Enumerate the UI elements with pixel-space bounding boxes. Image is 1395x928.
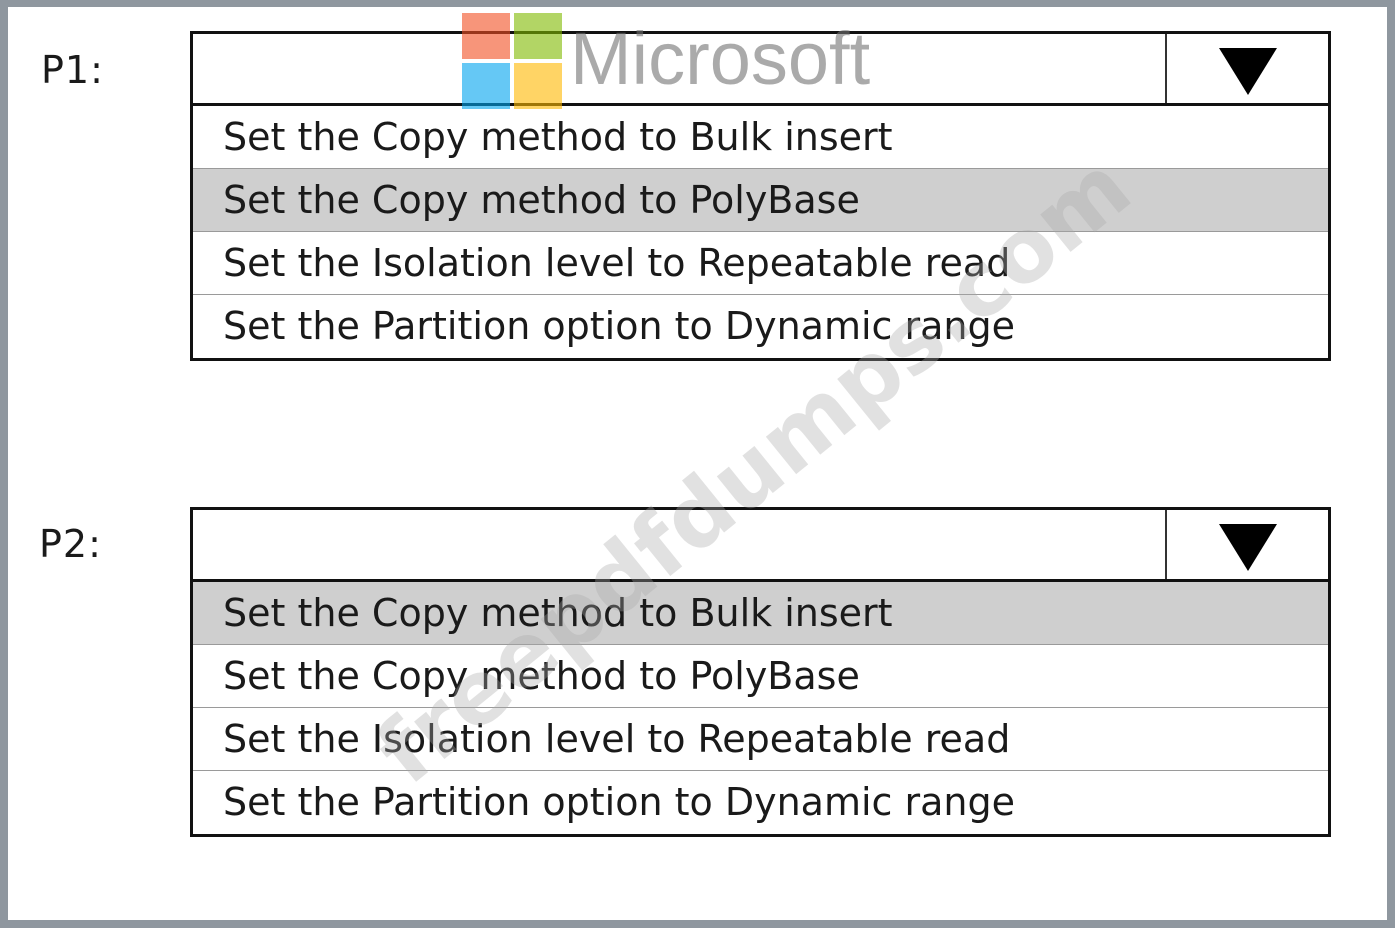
p1-option-list: Set the Copy method to Bulk insert Set t…: [193, 106, 1328, 358]
p1-label: P1:: [41, 48, 104, 92]
p1-dropdown[interactable]: Set the Copy method to Bulk insert Set t…: [190, 31, 1331, 361]
p1-option-highlighted[interactable]: Set the Copy method to PolyBase: [193, 169, 1328, 232]
p1-dropdown-header[interactable]: [193, 34, 1328, 106]
p2-option-highlighted[interactable]: Set the Copy method to Bulk insert: [193, 582, 1328, 645]
p1-option[interactable]: Set the Isolation level to Repeatable re…: [193, 232, 1328, 295]
p2-option[interactable]: Set the Partition option to Dynamic rang…: [193, 771, 1328, 834]
p2-option-list: Set the Copy method to Bulk insert Set t…: [193, 582, 1328, 834]
p2-label: P2:: [39, 522, 102, 566]
p1-dropdown-toggle[interactable]: [1165, 34, 1328, 103]
triangle-down-icon: [1218, 48, 1277, 95]
p2-option[interactable]: Set the Copy method to PolyBase: [193, 645, 1328, 708]
p2-option[interactable]: Set the Isolation level to Repeatable re…: [193, 708, 1328, 771]
p2-dropdown-header[interactable]: [193, 510, 1328, 582]
p2-dropdown[interactable]: Set the Copy method to Bulk insert Set t…: [190, 507, 1331, 837]
triangle-down-icon: [1218, 524, 1277, 571]
p1-option[interactable]: Set the Copy method to Bulk insert: [193, 106, 1328, 169]
p1-option[interactable]: Set the Partition option to Dynamic rang…: [193, 295, 1328, 358]
p2-dropdown-toggle[interactable]: [1165, 510, 1328, 579]
